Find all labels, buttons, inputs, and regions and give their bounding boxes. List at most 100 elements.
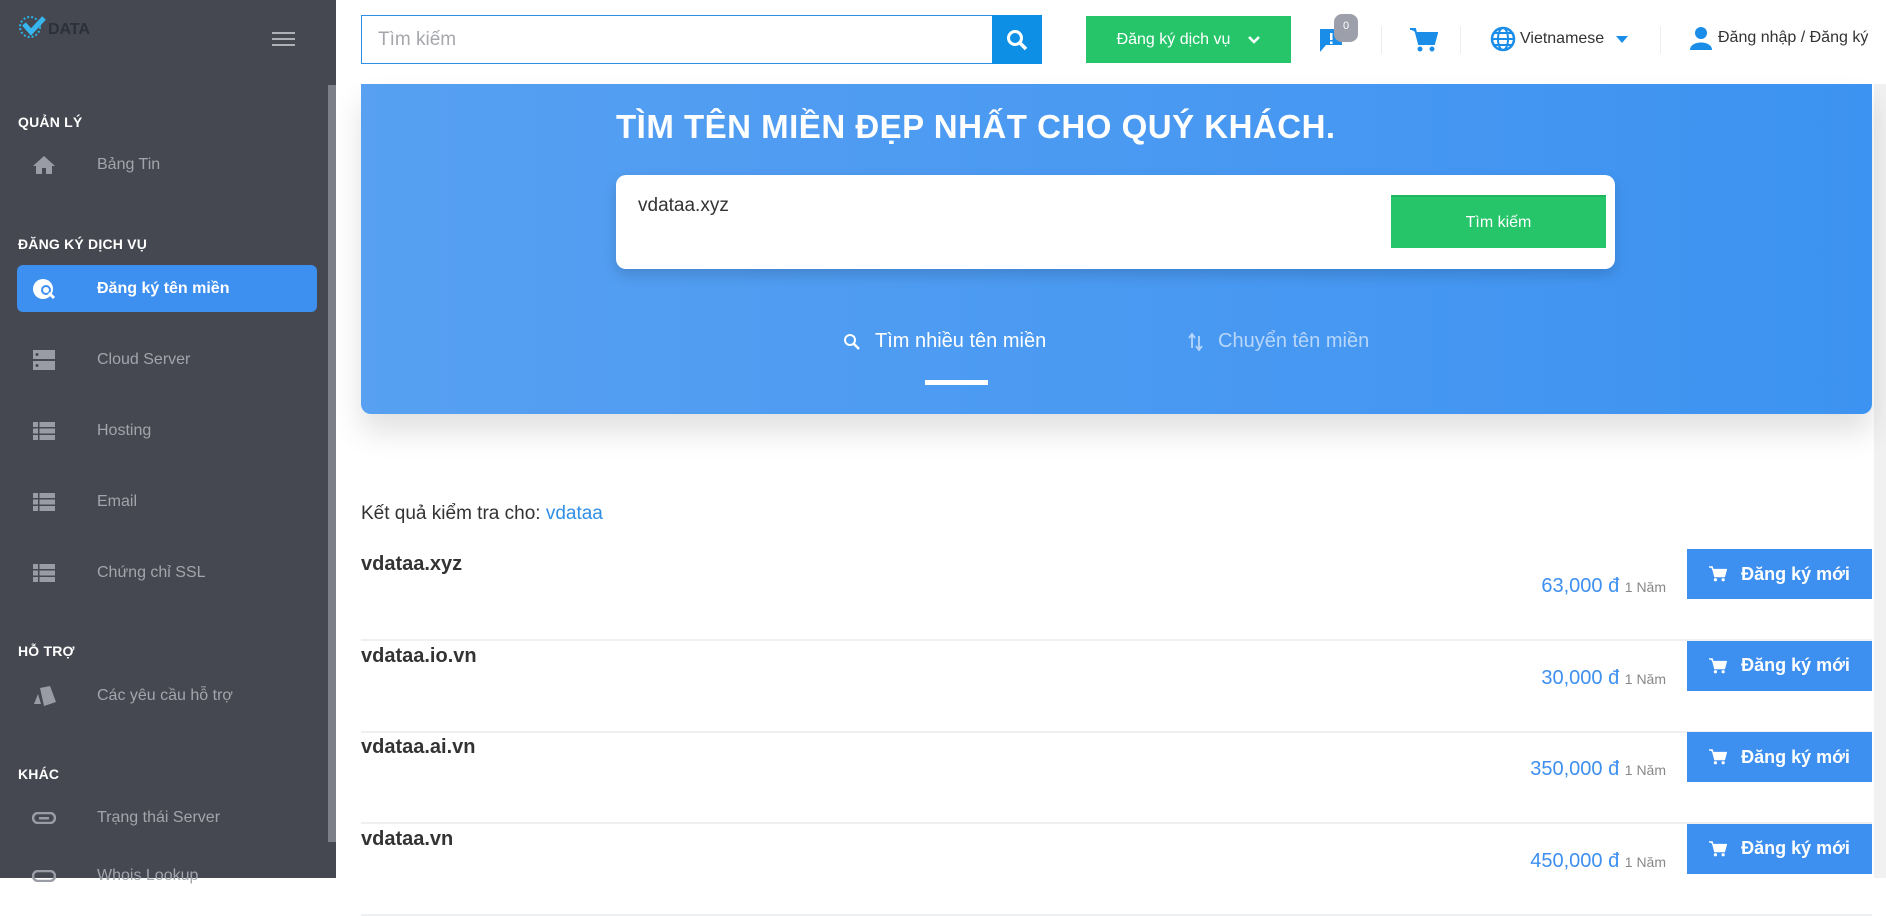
- caret-down-icon: [1616, 35, 1629, 43]
- chevron-down-icon: [1248, 35, 1261, 44]
- price-period: 1 Năm: [1624, 670, 1666, 687]
- sidebar-item-label: Bảng Tin: [97, 155, 161, 173]
- divider: [1660, 26, 1661, 54]
- register-new-label: Đăng ký mới: [1741, 655, 1850, 675]
- search-icon: [844, 333, 860, 350]
- sidebar-item-label: Đăng ký tên miền: [97, 279, 230, 297]
- language-label: Vietnamese: [1520, 30, 1605, 47]
- list-icon: [29, 492, 59, 511]
- language-selector[interactable]: Vietnamese: [1490, 26, 1629, 52]
- register-service-dropdown[interactable]: Đăng ký dịch vụ: [1086, 16, 1291, 63]
- domain-name: vdataa.xyz: [361, 553, 463, 575]
- sidebar-scrollbar[interactable]: [328, 85, 336, 842]
- domain-result-row: vdataa.io.vn 30,000 đ 1 Năm Đăng ký mới: [361, 640, 1872, 733]
- results-title: Kết quả kiểm tra cho: vdataa: [361, 503, 603, 525]
- price-value: 450,000 đ: [1530, 849, 1620, 872]
- divider: [1460, 26, 1461, 54]
- sidebar-item-whois[interactable]: Whois Lookup: [17, 852, 317, 899]
- svg-text:DATA: DATA: [48, 21, 91, 38]
- sidebar-item-label: Cloud Server: [97, 350, 191, 368]
- user-icon: [1690, 27, 1712, 50]
- register-new-button[interactable]: Đăng ký mới: [1687, 640, 1872, 691]
- divider: [1381, 26, 1382, 54]
- list-icon: [29, 421, 59, 440]
- domain-result-row: vdataa.xyz 63,000 đ 1 Năm Đăng ký mới: [361, 549, 1872, 641]
- cart-icon: [1709, 657, 1728, 673]
- list-icon: [29, 563, 59, 582]
- vdata-logo[interactable]: DATA: [18, 14, 118, 38]
- sidebar-item-dashboard[interactable]: Bảng Tin: [17, 141, 317, 188]
- ticket-icon: [29, 685, 59, 706]
- price-value: 350,000 đ: [1530, 758, 1620, 780]
- tab-label: Tìm nhiều tên miền: [875, 330, 1047, 352]
- sidebar-item-server-status[interactable]: Trạng thái Server: [17, 794, 317, 841]
- domain-search-box: Tìm kiếm: [616, 175, 1615, 269]
- search-input[interactable]: [361, 15, 993, 64]
- register-new-label: Đăng ký mới: [1741, 746, 1850, 767]
- price-value: 30,000 đ: [1541, 666, 1620, 689]
- domain-result-row: vdataa.vn 450,000 đ 1 Năm Đăng ký mới: [361, 823, 1872, 916]
- sidebar-item-email[interactable]: Email: [17, 478, 317, 525]
- sidebar: DATA QUẢN LÝ Bảng Tin ĐĂNG KÝ DỊCH VỤ Đă…: [0, 0, 336, 884]
- cart-icon: [1709, 566, 1728, 582]
- domain-price: 350,000 đ 1 Năm: [1530, 758, 1666, 781]
- sidebar-item-domain-register[interactable]: Đăng ký tên miền: [17, 265, 317, 312]
- cart-icon: [1709, 749, 1728, 765]
- login-register-link[interactable]: Đăng nhập / Đăng ký: [1690, 26, 1868, 50]
- section-manage: QUẢN LÝ: [18, 114, 83, 130]
- globe-icon: [1490, 26, 1516, 52]
- globe-search-icon: [29, 277, 59, 301]
- transfer-arrows-icon: [1188, 332, 1203, 351]
- link-icon: [29, 811, 59, 824]
- domain-search-button[interactable]: Tìm kiếm: [1391, 195, 1606, 248]
- results-label: Kết quả kiểm tra cho:: [361, 503, 541, 524]
- sidebar-item-label: Các yêu cầu hỗ trợ: [97, 686, 233, 704]
- register-new-label: Đăng ký mới: [1741, 838, 1850, 858]
- search-icon: [1007, 29, 1028, 50]
- domain-input[interactable]: [638, 195, 1338, 217]
- login-label: Đăng nhập / Đăng ký: [1718, 29, 1869, 46]
- sidebar-item-support-tickets[interactable]: Các yêu cầu hỗ trợ: [17, 672, 317, 719]
- cart-icon: [1709, 840, 1728, 856]
- server-icon: [29, 349, 59, 370]
- results-query[interactable]: vdataa: [546, 503, 603, 524]
- price-period: 1 Năm: [1624, 579, 1666, 595]
- section-support: HỖ TRỢ: [18, 643, 75, 659]
- cart-icon[interactable]: [1410, 27, 1438, 53]
- search-button[interactable]: [992, 15, 1042, 64]
- notification-badge: 0: [1334, 14, 1358, 42]
- register-new-button[interactable]: Đăng ký mới: [1687, 549, 1872, 599]
- sidebar-item-label: Hosting: [97, 421, 152, 439]
- register-service-label: Đăng ký dịch vụ: [1116, 30, 1231, 48]
- tab-transfer-domain[interactable]: Chuyển tên miền: [1188, 330, 1369, 353]
- price-period: 1 Năm: [1624, 853, 1666, 870]
- active-tab-indicator: [925, 380, 988, 385]
- price-value: 63,000 đ: [1541, 575, 1620, 597]
- section-other: KHÁC: [18, 766, 60, 782]
- sidebar-item-label: Chứng chỉ SSL: [97, 563, 206, 581]
- home-icon: [29, 155, 59, 175]
- sidebar-item-hosting[interactable]: Hosting: [17, 407, 317, 454]
- sidebar-item-ssl[interactable]: Chứng chỉ SSL: [17, 549, 317, 596]
- sidebar-item-label: Email: [97, 492, 138, 510]
- domain-price: 30,000 đ 1 Năm: [1541, 667, 1666, 690]
- price-period: 1 Năm: [1624, 762, 1666, 778]
- page-scrollbar[interactable]: [1874, 84, 1886, 878]
- register-new-label: Đăng ký mới: [1741, 563, 1850, 584]
- tab-label: Chuyển tên miền: [1218, 330, 1370, 352]
- domain-name: vdataa.io.vn: [361, 644, 477, 667]
- hero-title: TÌM TÊN MIỀN ĐẸP NHẤT CHO QUÝ KHÁCH.: [616, 108, 1336, 145]
- sidebar-item-cloud-server[interactable]: Cloud Server: [17, 336, 317, 383]
- sidebar-item-label: Trạng thái Server: [97, 808, 221, 826]
- link-icon: [29, 869, 59, 882]
- domain-result-row: vdataa.ai.vn 350,000 đ 1 Năm Đăng ký mới: [361, 732, 1872, 824]
- domain-price: 63,000 đ 1 Năm: [1541, 575, 1666, 598]
- section-services: ĐĂNG KÝ DỊCH VỤ: [18, 236, 148, 252]
- domain-name: vdataa.ai.vn: [361, 736, 476, 758]
- menu-toggle-icon[interactable]: [272, 32, 295, 46]
- sidebar-item-label: Whois Lookup: [97, 866, 199, 884]
- register-new-button[interactable]: Đăng ký mới: [1687, 732, 1872, 782]
- tab-bulk-search[interactable]: Tìm nhiều tên miền: [843, 330, 1046, 353]
- domain-price: 450,000 đ 1 Năm: [1530, 850, 1666, 873]
- register-new-button[interactable]: Đăng ký mới: [1687, 823, 1872, 874]
